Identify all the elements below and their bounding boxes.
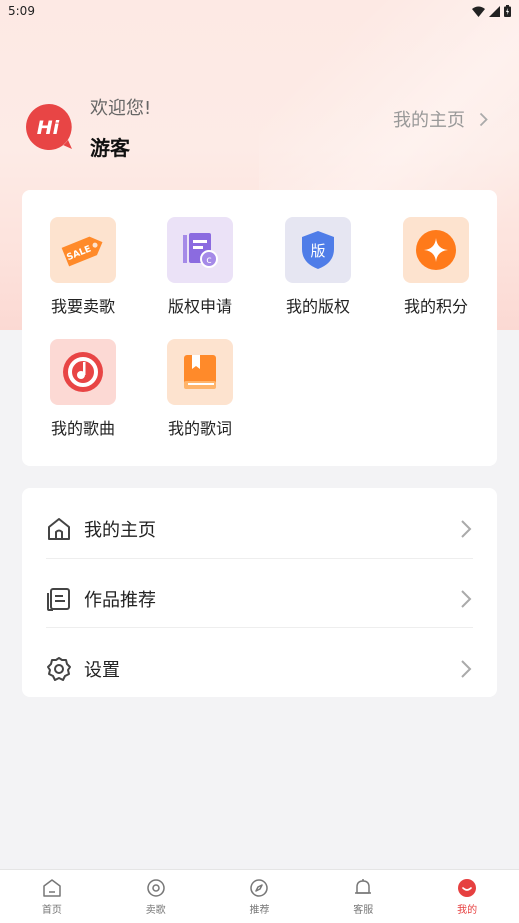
greeting-text: 欢迎您! (90, 98, 152, 119)
chevron-right-icon (461, 520, 472, 538)
battery-icon (504, 5, 511, 17)
grid-item-my-songs[interactable]: 我的歌曲 (33, 339, 133, 449)
username: 游客 (90, 136, 130, 160)
compass-icon (250, 878, 269, 897)
tab-label: 我的 (457, 904, 478, 916)
status-bar: 5:09 (0, 0, 519, 22)
svg-text:c: c (206, 255, 212, 266)
tab-label: 客服 (353, 904, 374, 916)
tab-home[interactable]: 首页 (0, 870, 104, 923)
menu-item-works-recommend[interactable]: 作品推荐 (46, 564, 473, 634)
menu-item-my-homepage[interactable]: 我的主页 (46, 494, 473, 564)
music-disc-icon (50, 339, 116, 405)
menu-item-label: 设置 (84, 660, 120, 681)
tab-label: 卖歌 (145, 904, 166, 916)
tab-recommend[interactable]: 推荐 (208, 870, 312, 923)
hi-avatar-icon: Hi (26, 104, 72, 150)
tab-sell-song[interactable]: 卖歌 (104, 870, 208, 923)
grid-item-label: 我的歌曲 (50, 419, 115, 438)
menu-item-label: 我的主页 (84, 520, 156, 541)
wifi-icon (472, 6, 485, 17)
bottom-tab-bar: 首页 卖歌 推荐 客服 我的 (0, 869, 519, 923)
menu-item-label: 作品推荐 (84, 590, 156, 611)
grid-item-label: 版权申请 (167, 297, 232, 316)
status-time: 5:09 (8, 4, 35, 18)
signal-icon (489, 5, 500, 17)
disc-icon (146, 878, 165, 897)
chevron-right-icon (461, 590, 472, 608)
user-header: Hi 欢迎您! 游客 我的主页 (24, 92, 494, 162)
menu-list-card: 我的主页 作品推荐 设置 (22, 488, 497, 697)
function-grid-card: SALE 我要卖歌 c 版权申请 版 我的版权 我的积分 我的歌曲 我的歌词 (22, 190, 497, 466)
copyright-doc-icon: c (167, 217, 233, 283)
chevron-right-icon (461, 660, 472, 678)
homepage-link-label: 我的主页 (393, 110, 465, 131)
status-icons (472, 5, 511, 17)
tab-mine[interactable]: 我的 (415, 870, 519, 923)
home-icon (48, 518, 70, 540)
tab-label: 推荐 (249, 904, 270, 916)
grid-item-label: 我要卖歌 (50, 297, 115, 316)
menu-item-settings[interactable]: 设置 (46, 634, 473, 704)
document-list-icon (47, 588, 70, 611)
smile-icon (458, 878, 477, 897)
bell-icon (355, 878, 372, 894)
points-diamond-icon (403, 217, 469, 283)
grid-item-label: 我的版权 (285, 297, 350, 316)
svg-text:版: 版 (310, 242, 325, 260)
home-icon (43, 878, 61, 897)
svg-text:Hi: Hi (37, 117, 60, 139)
tab-customer-service[interactable]: 客服 (311, 870, 415, 923)
sale-tag-icon: SALE (50, 217, 116, 283)
grid-item-copyright-apply[interactable]: c 版权申请 (150, 217, 250, 327)
lyrics-book-icon (167, 339, 233, 405)
grid-item-label: 我的歌词 (167, 419, 232, 438)
grid-item-my-lyrics[interactable]: 我的歌词 (150, 339, 250, 449)
grid-item-my-copyright[interactable]: 版 我的版权 (268, 217, 368, 327)
chevron-right-icon (479, 112, 488, 126)
shield-icon: 版 (285, 217, 351, 283)
divider (46, 627, 473, 628)
avatar[interactable]: Hi (24, 102, 74, 152)
tab-label: 首页 (41, 904, 62, 916)
grid-item-my-points[interactable]: 我的积分 (386, 217, 486, 327)
gear-icon (47, 657, 71, 681)
grid-item-label: 我的积分 (403, 297, 468, 316)
divider (46, 558, 473, 559)
homepage-link[interactable]: 我的主页 (393, 106, 488, 132)
grid-item-sell-song[interactable]: SALE 我要卖歌 (33, 217, 133, 327)
